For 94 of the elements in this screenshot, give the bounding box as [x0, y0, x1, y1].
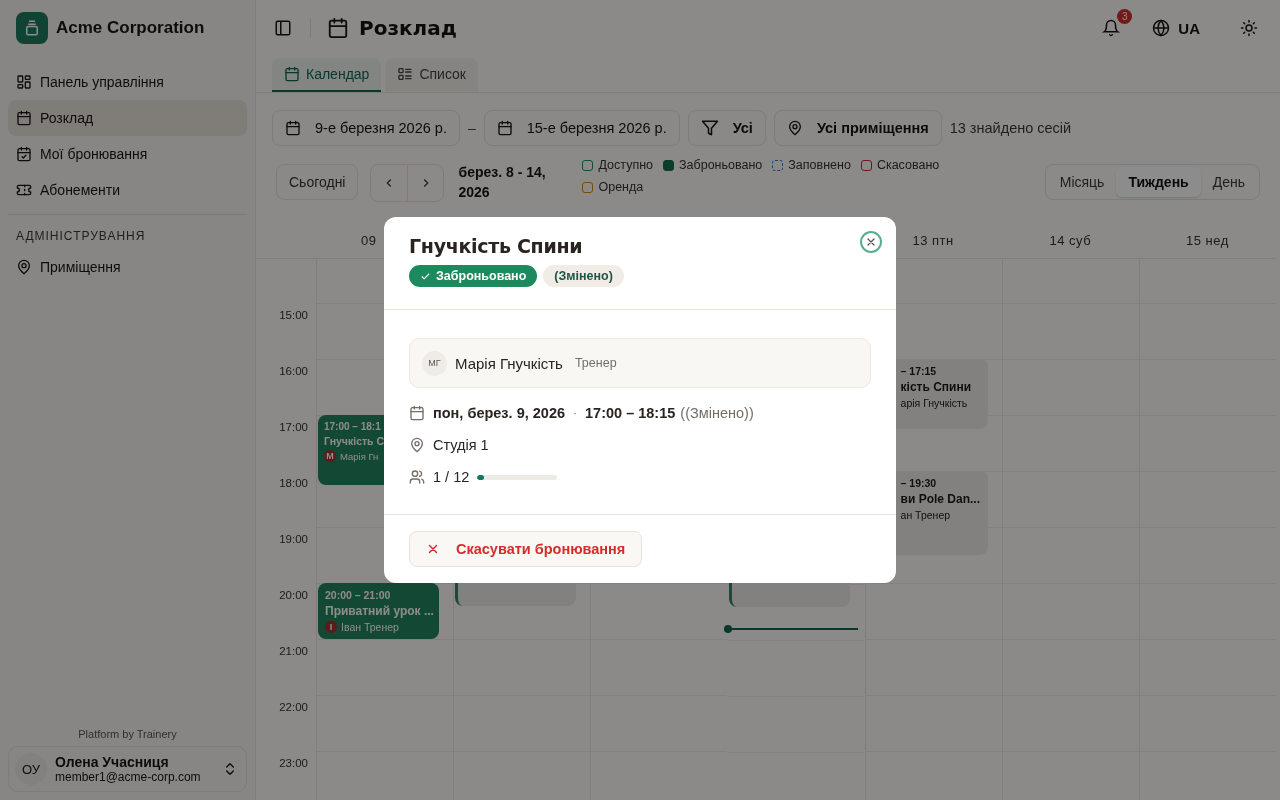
view-option[interactable]: День [1200, 167, 1257, 197]
calendar-icon [496, 120, 513, 136]
map-pin-icon [16, 259, 32, 275]
legend-label: Заброньовано [679, 158, 763, 172]
time-label: 23:00 [279, 757, 308, 769]
today-button[interactable]: Сьогодні [276, 164, 359, 200]
session-time: 17:00 – 18:15 [585, 405, 676, 421]
legend-label: Скасовано [876, 158, 940, 172]
notification-count: 3 [1117, 9, 1133, 24]
ticket-icon [16, 182, 32, 198]
type-filter[interactable]: Усі [687, 110, 766, 146]
event-title: Гнучкість С [324, 435, 385, 447]
range-separator: – [467, 120, 476, 136]
event-trainer: ан Тренер [900, 509, 951, 521]
user-email: member1@acme-corp.com [55, 770, 202, 784]
calendar-icon [16, 110, 32, 126]
date-from-field[interactable]: 9-е березня 2026 р. [272, 110, 460, 146]
user-name: Олена Учасниця [55, 754, 170, 770]
event-time: 17:00 – 18:1 [324, 421, 381, 432]
close-button[interactable] [860, 231, 882, 253]
view-option[interactable]: Місяць [1047, 167, 1117, 197]
language-button[interactable]: UA [1146, 18, 1206, 38]
modified-badge: (Змінено) [543, 265, 624, 287]
day-header: 09 [361, 232, 377, 248]
calendar-icon [284, 66, 300, 82]
location-filter[interactable]: Усі приміщення [773, 110, 942, 146]
day-header: 15 нед [1186, 232, 1229, 248]
cancel-booking-button[interactable]: Скасувати бронювання [409, 531, 643, 567]
trainer-avatar: І [325, 621, 337, 633]
dashboard-icon [16, 74, 32, 90]
time-label: 18:00 [279, 477, 308, 489]
event-time: 20:00 – 21:00 [325, 589, 391, 601]
nav-item[interactable]: Мої бронювання [8, 136, 247, 172]
dialog-title: Гнучкість Спини [409, 235, 584, 257]
time-note: ((Змінено)) [680, 405, 754, 421]
map-pin-icon [409, 437, 425, 453]
day-header: 13 птн [912, 232, 954, 248]
time-label: 16:00 [279, 365, 308, 377]
calendar-icon [327, 17, 349, 39]
theme-toggle-icon[interactable] [1238, 17, 1260, 39]
nav-item[interactable]: Панель управління [8, 64, 247, 100]
view-tab[interactable]: Список [385, 58, 478, 92]
event-title: кість Спини [900, 380, 972, 394]
nav-item[interactable]: Абонементи [8, 172, 247, 208]
time-label: 21:00 [279, 645, 308, 657]
user-menu[interactable]: ОУ Олена Учасниця member1@acme-corp.com [8, 746, 247, 792]
event-trainer: арія Гнучкість [900, 397, 968, 409]
time-label: 15:00 [279, 309, 308, 321]
map-pin-icon [786, 120, 803, 136]
nav-item[interactable]: Приміщення [8, 249, 247, 285]
users-icon [409, 469, 425, 485]
close-icon [865, 236, 877, 248]
time-label: 20:00 [279, 589, 308, 601]
page-title: Розклад [359, 16, 457, 40]
status-badge: Заброньовано [409, 265, 538, 287]
trainer-role: Тренер [574, 356, 617, 370]
time-label: 22:00 [279, 701, 308, 713]
bell-icon[interactable] [1100, 17, 1123, 39]
check-icon [420, 270, 431, 282]
time-label: 17:00 [279, 421, 308, 433]
event-time: – 19:30 [900, 477, 937, 489]
brand-name: Acme Corporation [56, 18, 205, 38]
legend-label: Оренда [598, 180, 644, 194]
avatar: ОУ [15, 753, 47, 785]
event-time: – 17:15 [900, 365, 937, 377]
result-count: 13 знайдено сесій [949, 120, 1072, 136]
trainer-avatar: МГ [422, 350, 447, 376]
view-option[interactable]: Тиждень [1116, 167, 1201, 197]
trainer-name: Марія Гнучкість [455, 354, 563, 372]
event-title: ви Pole Dan... [900, 492, 980, 506]
event-trainer: Іван Тренер [341, 621, 399, 633]
calendar-check-icon [16, 146, 32, 162]
filter-icon [700, 119, 719, 137]
legend-label: Заповнено [788, 158, 851, 172]
legend-label: Доступно [598, 158, 654, 172]
event-trainer: Марія Гн [340, 450, 379, 462]
logo-icon [16, 12, 48, 44]
event-card[interactable]: 20:00 – 21:00 Приватний урок ... І Іван Тренер [318, 583, 440, 639]
section-heading: АДМІНІСТРУВАННЯ [15, 229, 147, 245]
date-to-field[interactable]: 15-е березня 2026 р. [483, 110, 680, 146]
globe-icon [1152, 19, 1171, 37]
event-title: Приватний урок ... [325, 604, 434, 618]
view-tab[interactable]: Календар [272, 58, 382, 92]
calendar-icon [409, 405, 425, 421]
close-icon [426, 542, 440, 556]
calendar-icon [285, 120, 301, 136]
time-label: 19:00 [279, 533, 308, 545]
date-range: берез. 8 - 14, 2026 [458, 163, 547, 202]
trainer-avatar: М [324, 450, 336, 462]
list-icon [397, 66, 414, 82]
separator-dot: · [573, 406, 577, 420]
footer-text: Platform by Trainery [77, 728, 178, 740]
day-header: 14 суб [1049, 232, 1092, 248]
nav-item[interactable]: Розклад [8, 100, 247, 136]
